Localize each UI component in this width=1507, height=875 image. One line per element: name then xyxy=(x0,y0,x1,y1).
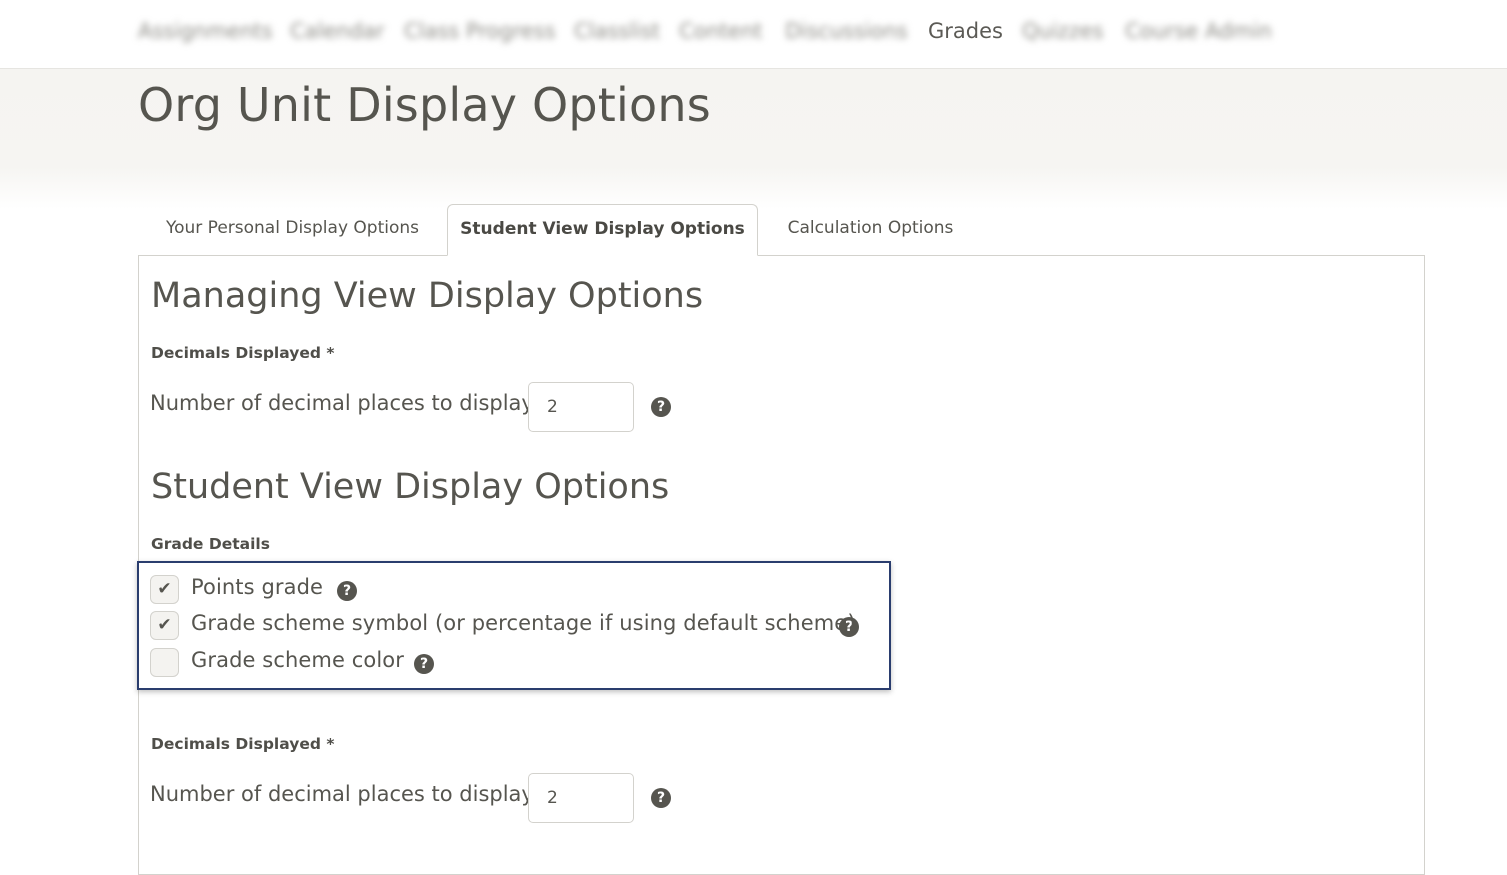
nav-item-content[interactable]: Content xyxy=(679,19,763,43)
nav-item-quizzes[interactable]: Quizzes xyxy=(1022,19,1104,43)
top-navigation: Assignments Calendar Class Progress Clas… xyxy=(0,0,1507,69)
check-icon: ✔ xyxy=(157,615,172,635)
managing-decimals-input[interactable] xyxy=(528,382,634,432)
nav-item-classlist[interactable]: Classlist xyxy=(574,19,660,43)
student-decimals-inline-label: Number of decimal places to display xyxy=(150,782,534,806)
student-decimals-label: Decimals Displayed * xyxy=(151,735,335,753)
student-view-heading: Student View Display Options xyxy=(151,467,670,507)
help-icon[interactable]: ? xyxy=(651,397,671,417)
nav-item-course-admin[interactable]: Course Admin xyxy=(1125,19,1272,43)
managing-view-heading: Managing View Display Options xyxy=(151,276,704,316)
points-grade-checkbox[interactable]: ✔ xyxy=(150,575,179,604)
grade-scheme-symbol-checkbox[interactable]: ✔ xyxy=(150,611,179,640)
nav-item-assignments[interactable]: Assignments xyxy=(138,19,273,43)
student-decimals-input[interactable] xyxy=(528,773,634,823)
grade-scheme-color-checkbox[interactable] xyxy=(150,648,179,677)
nav-item-class-progress[interactable]: Class Progress xyxy=(404,19,556,43)
tab-student-view-display-options[interactable]: Student View Display Options xyxy=(447,204,758,256)
nav-item-calendar[interactable]: Calendar xyxy=(290,19,384,43)
nav-item-grades[interactable]: Grades xyxy=(928,19,1003,43)
grade-details-label: Grade Details xyxy=(151,535,270,553)
grade-scheme-color-label: Grade scheme color xyxy=(191,648,404,672)
page-title: Org Unit Display Options xyxy=(138,78,711,132)
tab-personal-display-options[interactable]: Your Personal Display Options xyxy=(139,204,446,255)
tab-calculation-options[interactable]: Calculation Options xyxy=(758,204,983,255)
managing-decimals-inline-label: Number of decimal places to display xyxy=(150,391,534,415)
nav-item-discussions[interactable]: Discussions xyxy=(785,19,908,43)
managing-decimals-label: Decimals Displayed * xyxy=(151,344,335,362)
grade-scheme-symbol-label: Grade scheme symbol (or percentage if us… xyxy=(191,611,856,635)
check-icon: ✔ xyxy=(157,579,172,599)
points-grade-label: Points grade xyxy=(191,575,324,599)
help-icon[interactable]: ? xyxy=(651,788,671,808)
